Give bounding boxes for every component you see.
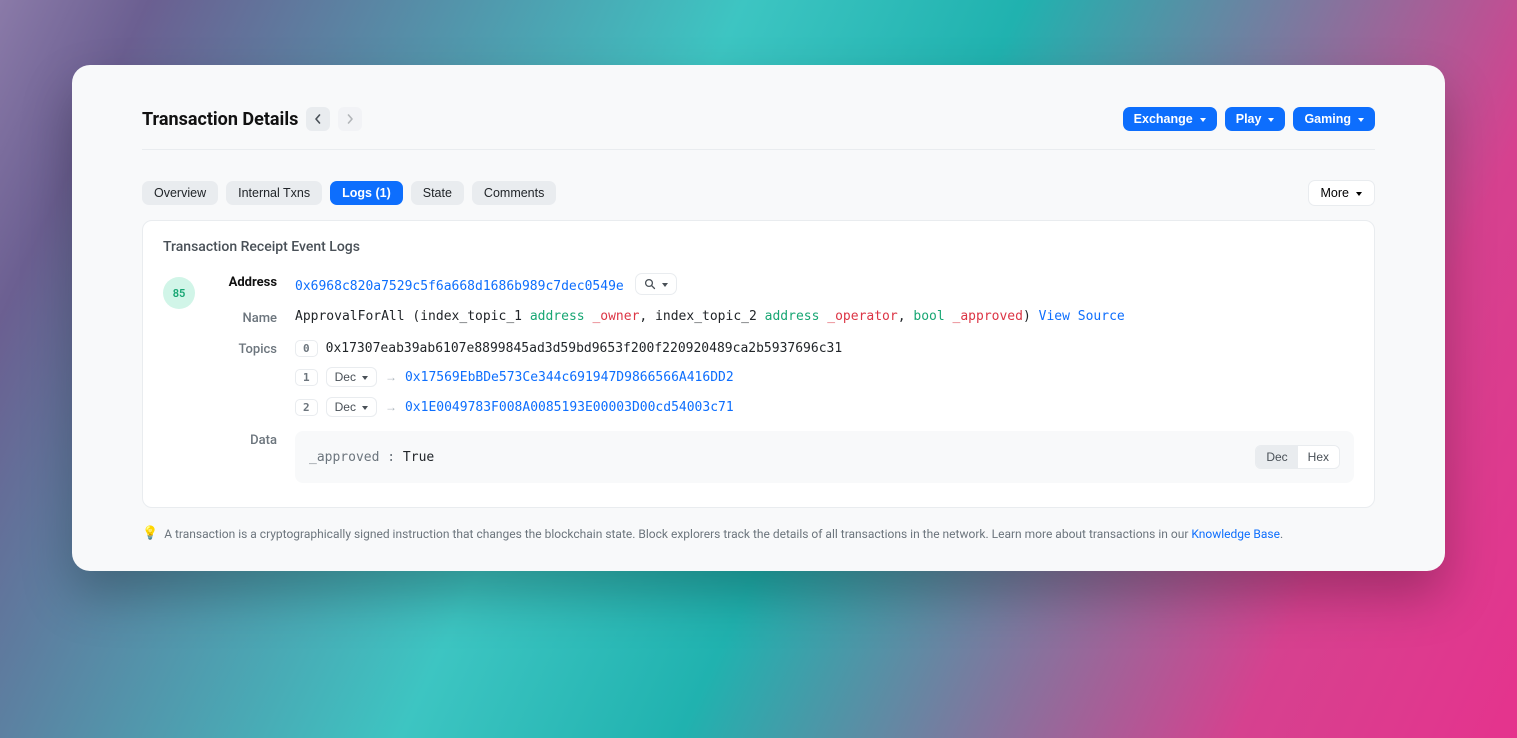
footer-period: . — [1280, 527, 1283, 541]
play-button[interactable]: Play — [1225, 107, 1286, 131]
search-icon — [644, 278, 656, 290]
topic-index: 2 — [295, 399, 318, 416]
chevron-down-icon — [360, 370, 368, 384]
topic-line-0: 0 0x17307eab39ab6107e8899845ad3d59bd9653… — [295, 340, 1354, 357]
name-row: Name ApprovalForAll (index_topic_1 addre… — [209, 309, 1354, 326]
tabs-row: Overview Internal Txns Logs (1) State Co… — [142, 180, 1375, 206]
hex-toggle[interactable]: Hex — [1298, 446, 1339, 468]
arrow-right-icon: → — [385, 400, 397, 414]
view-source-link[interactable]: View Source — [1039, 309, 1125, 324]
header-row: Transaction Details Exchange Play Gaming — [142, 107, 1375, 150]
chevron-down-icon — [660, 277, 668, 291]
topic-index: 0 — [295, 340, 318, 357]
tab-logs[interactable]: Logs (1) — [330, 181, 403, 205]
tab-state[interactable]: State — [411, 181, 464, 205]
param2-prefix: index_topic_2 — [655, 309, 757, 324]
more-label: More — [1321, 186, 1349, 200]
topic-address-link[interactable]: 0x1E0049783F008A0085193E00003D00cd54003c… — [405, 400, 734, 415]
address-row: Address 0x6968c820a7529c5f6a668d1686b989… — [209, 273, 1354, 295]
address-link[interactable]: 0x6968c820a7529c5f6a668d1686b989c7dec054… — [295, 279, 624, 294]
decode-dropdown[interactable]: Dec — [326, 397, 377, 417]
chevron-down-icon — [1354, 186, 1362, 200]
filter-dropdown-button[interactable] — [635, 273, 677, 295]
tab-overview[interactable]: Overview — [142, 181, 218, 205]
tab-internal-txns[interactable]: Internal Txns — [226, 181, 322, 205]
exchange-button[interactable]: Exchange — [1123, 107, 1217, 131]
topic-line-2: 2 Dec → 0x1E0049783F008A0085193E00003D00… — [295, 397, 1354, 417]
chevron-left-icon — [313, 114, 323, 124]
param1-name: _owner — [592, 309, 639, 324]
chevron-down-icon — [1266, 112, 1274, 126]
log-index-badge: 85 — [163, 277, 195, 309]
footer-text: A transaction is a cryptographically sig… — [164, 527, 1191, 541]
topic-value: 0x17307eab39ab6107e8899845ad3d59bd9653f2… — [326, 341, 843, 356]
tab-comments[interactable]: Comments — [472, 181, 556, 205]
param2-type: address — [765, 309, 820, 324]
param1-type: address — [530, 309, 585, 324]
prev-button[interactable] — [306, 107, 330, 131]
topics-label: Topics — [209, 340, 295, 357]
dec-toggle[interactable]: Dec — [1256, 446, 1297, 468]
data-field-value: True — [403, 450, 434, 465]
page-title: Transaction Details — [142, 109, 298, 130]
knowledge-base-link[interactable]: Knowledge Base — [1191, 527, 1280, 541]
event-fn-name: ApprovalForAll — [295, 309, 405, 324]
chevron-down-icon — [1198, 112, 1206, 126]
chevron-right-icon — [345, 114, 355, 124]
decode-label: Dec — [335, 370, 356, 384]
footer-note: 💡 A transaction is a cryptographically s… — [142, 526, 1375, 541]
gaming-label: Gaming — [1304, 112, 1351, 126]
data-box: _approved : True Dec Hex — [295, 431, 1354, 483]
lightbulb-icon: 💡 — [142, 526, 158, 541]
data-row: Data _approved : True Dec Hex — [209, 431, 1354, 483]
play-label: Play — [1236, 112, 1262, 126]
param2-name: _operator — [827, 309, 897, 324]
topics-row: Topics 0 0x17307eab39ab6107e8899845ad3d5… — [209, 340, 1354, 417]
exchange-label: Exchange — [1134, 112, 1193, 126]
data-field-label: _approved : — [309, 450, 395, 465]
param3-name: _approved — [953, 309, 1023, 324]
gaming-button[interactable]: Gaming — [1293, 107, 1375, 131]
main-card: Transaction Details Exchange Play Gaming… — [72, 65, 1445, 571]
chevron-down-icon — [1356, 112, 1364, 126]
param1-prefix: index_topic_1 — [420, 309, 522, 324]
more-button[interactable]: More — [1308, 180, 1375, 206]
topic-index: 1 — [295, 369, 318, 386]
logs-card: Transaction Receipt Event Logs 85 Addres… — [142, 220, 1375, 508]
address-label: Address — [209, 273, 295, 290]
decode-label: Dec — [335, 400, 356, 414]
dec-hex-segment: Dec Hex — [1255, 445, 1340, 469]
name-label: Name — [209, 309, 295, 326]
param3-type: bool — [913, 309, 944, 324]
data-label: Data — [209, 431, 295, 448]
arrow-right-icon: → — [385, 370, 397, 384]
next-button[interactable] — [338, 107, 362, 131]
topic-line-1: 1 Dec → 0x17569EbBDe573Ce344c691947D9866… — [295, 367, 1354, 387]
logs-section-title: Transaction Receipt Event Logs — [163, 239, 1354, 255]
topic-address-link[interactable]: 0x17569EbBDe573Ce344c691947D9866566A416D… — [405, 370, 734, 385]
decode-dropdown[interactable]: Dec — [326, 367, 377, 387]
chevron-down-icon — [360, 400, 368, 414]
